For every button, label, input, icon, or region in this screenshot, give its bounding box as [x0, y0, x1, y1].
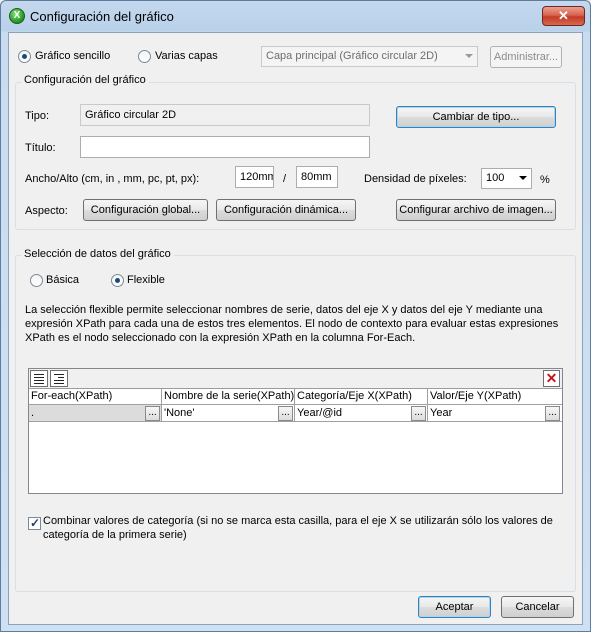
width-input[interactable]: 120mm [235, 166, 274, 188]
multi-layer-radio[interactable] [138, 50, 151, 63]
description-line-1: La selección flexible permite selecciona… [25, 304, 543, 316]
layer-select-value: Capa principal (Gráfico circular 2D) [266, 50, 438, 62]
xpath-grid: ✕ For-each(XPath) Nombre de la serie(XPa… [28, 368, 563, 494]
density-unit: % [540, 174, 550, 186]
height-input[interactable]: 80mm [296, 166, 338, 188]
size-label: Ancho/Alto (cm, in , mm, pc, pt, px): [25, 173, 200, 185]
ok-button[interactable]: Aceptar [418, 596, 491, 618]
append-row-icon[interactable] [50, 370, 68, 387]
value-ellipsis-button[interactable]: ... [545, 406, 560, 421]
delete-row-icon[interactable]: ✕ [543, 370, 560, 387]
cancel-button[interactable]: Cancelar [501, 596, 574, 618]
title-bar[interactable]: X Configuración del gráfico ✕ [1, 1, 590, 31]
cell-series[interactable]: 'None' [162, 405, 295, 422]
flexible-radio[interactable] [111, 274, 124, 287]
dialog-window: X Configuración del gráfico ✕ Gráfico se… [0, 0, 591, 632]
density-value: 100 [486, 172, 505, 184]
chevron-down-icon [519, 176, 527, 180]
density-select[interactable]: 100 [481, 168, 532, 189]
grid-toolbar: ✕ [29, 369, 562, 389]
close-button[interactable]: ✕ [542, 6, 585, 26]
description-line-3: XPath es el nodo seleccionado con la exp… [25, 332, 416, 344]
combine-label-line-1: Combinar valores de categoría (si no se … [43, 515, 553, 527]
aspect-label: Aspecto: [25, 205, 68, 217]
type-value: Gráfico circular 2D [85, 109, 177, 121]
foreach-ellipsis-button[interactable]: ... [145, 406, 160, 421]
density-label: Densidad de píxeles: [364, 173, 467, 185]
basic-radio[interactable] [30, 274, 43, 287]
insert-row-icon[interactable] [30, 370, 48, 387]
column-header-category: Categoría/Eje X(XPath) [295, 389, 428, 405]
series-ellipsis-button[interactable]: ... [278, 406, 293, 421]
flexible-label: Flexible [127, 274, 165, 286]
dialog-body: Gráfico sencillo Varias capas Capa princ… [8, 32, 583, 625]
type-field: Gráfico circular 2D [80, 104, 370, 126]
column-header-value: Valor/Eje Y(XPath) [428, 389, 562, 405]
change-type-button[interactable]: Cambiar de tipo... [396, 106, 556, 128]
dynamic-config-button[interactable]: Configuración dinámica... [216, 199, 356, 221]
title-input[interactable] [80, 136, 370, 158]
manage-button[interactable]: Administrar... [490, 46, 562, 68]
cell-foreach[interactable]: . [29, 405, 162, 422]
title-label: Título: [25, 142, 56, 154]
combine-label-line-2: categoría de la primera serie) [43, 529, 187, 541]
global-config-button[interactable]: Configuración global... [83, 199, 208, 221]
chevron-down-icon [465, 54, 473, 58]
chart-config-group-title: Configuración del gráfico [21, 74, 149, 86]
cell-value[interactable]: Year [428, 405, 562, 422]
cell-category[interactable]: Year/@id [295, 405, 428, 422]
size-separator: / [283, 173, 287, 185]
description-line-2: expresión XPath para cada una de estos t… [25, 318, 559, 330]
column-header-foreach: For-each(XPath) [29, 389, 162, 405]
layer-select[interactable]: Capa principal (Gráfico circular 2D) [261, 46, 478, 67]
app-icon: X [9, 8, 25, 24]
column-header-series: Nombre de la serie(XPath) [162, 389, 295, 405]
type-label: Tipo: [25, 110, 50, 122]
basic-label: Básica [46, 274, 80, 286]
category-ellipsis-button[interactable]: ... [411, 406, 426, 421]
checkmark-icon: ✓ [30, 516, 41, 530]
combine-categories-checkbox[interactable]: ✓ [28, 516, 41, 530]
image-file-button[interactable]: Configurar archivo de imagen... [396, 199, 556, 221]
simple-chart-label: Gráfico sencillo [35, 50, 111, 62]
multi-layer-label: Varias capas [155, 50, 218, 62]
simple-chart-radio[interactable] [18, 50, 31, 63]
dialog-title: Configuración del gráfico [30, 9, 174, 24]
data-selection-group-title: Selección de datos del gráfico [21, 248, 174, 260]
